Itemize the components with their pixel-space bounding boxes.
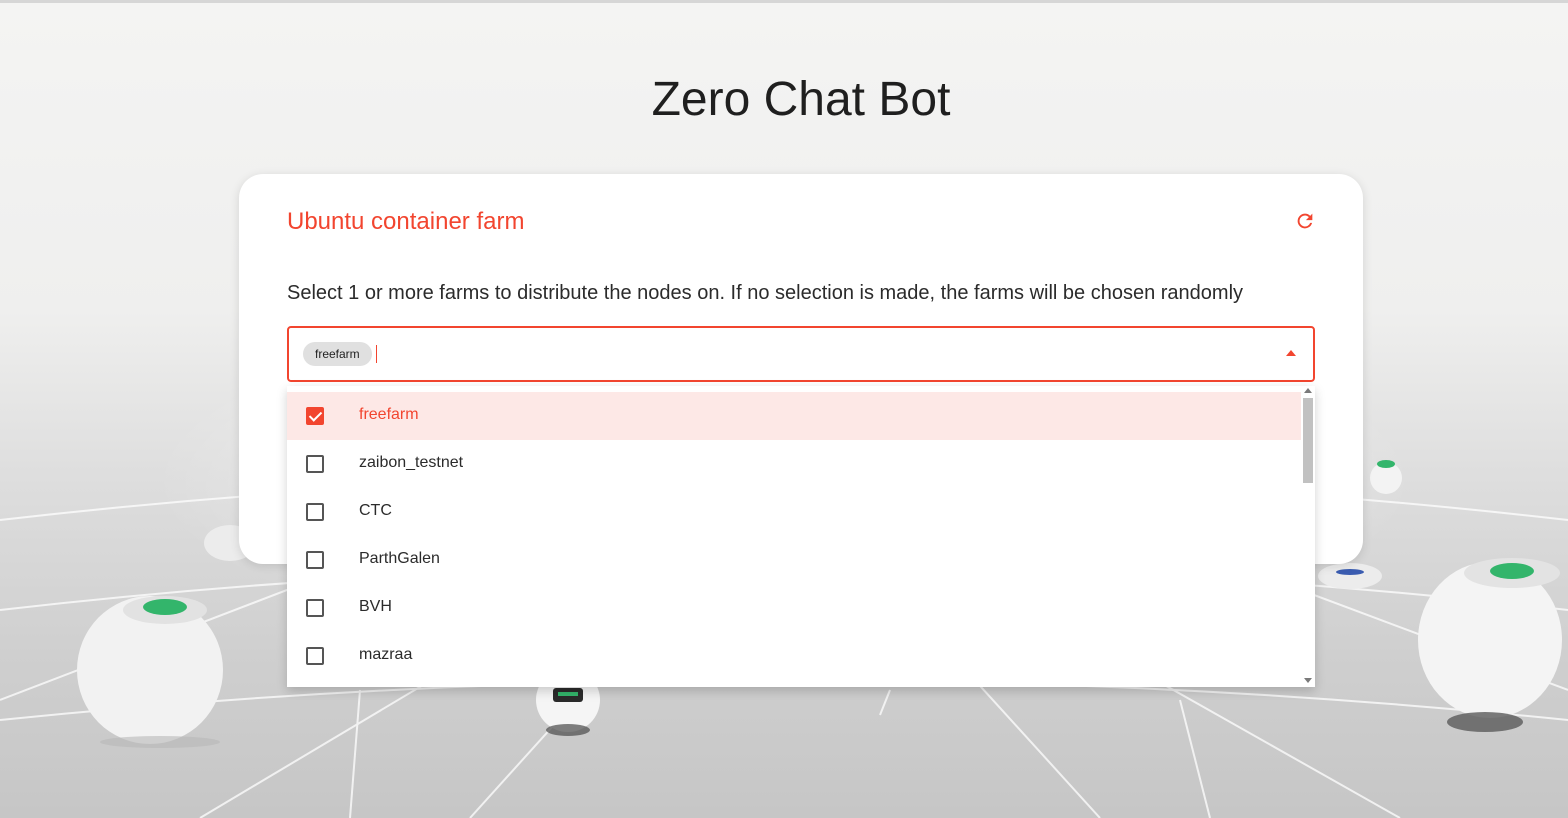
- farm-option-label: ParthGalen: [359, 550, 440, 567]
- scrollbar-thumb[interactable]: [1303, 398, 1313, 483]
- farm-options-list: freefarm zaibon_testnet CTC ParthGalen B…: [287, 392, 1301, 680]
- menu-scrollbar[interactable]: [1301, 386, 1315, 687]
- farm-select-input[interactable]: freefarm: [287, 326, 1315, 382]
- farm-option[interactable]: ParthGalen: [287, 536, 1301, 584]
- checkbox-icon[interactable]: [306, 455, 324, 473]
- farm-option-label: mazraa: [359, 646, 413, 663]
- farm-options-menu: freefarm zaibon_testnet CTC ParthGalen B…: [287, 386, 1315, 687]
- farm-option-label: CTC: [359, 502, 392, 519]
- farm-option[interactable]: zaibon_testnet: [287, 440, 1301, 488]
- card-title: Ubuntu container farm: [287, 208, 525, 235]
- page-title: Zero Chat Bot: [651, 73, 951, 126]
- farm-selection-instructions: Select 1 or more farms to distribute the…: [287, 282, 1244, 304]
- scroll-down-arrow-icon[interactable]: [1304, 678, 1312, 683]
- farm-option[interactable]: CTC: [287, 488, 1301, 536]
- farm-option-label: freefarm: [359, 406, 419, 423]
- top-border: [0, 0, 1568, 3]
- farm-option[interactable]: freefarm: [287, 392, 1301, 440]
- scroll-up-arrow-icon[interactable]: [1304, 388, 1312, 393]
- farm-option[interactable]: BVH: [287, 584, 1301, 632]
- farm-option[interactable]: mazraa: [287, 632, 1301, 680]
- checkbox-icon[interactable]: [306, 503, 324, 521]
- selected-farm-chip[interactable]: freefarm: [303, 342, 372, 366]
- refresh-icon[interactable]: [1294, 210, 1316, 232]
- checkbox-icon[interactable]: [306, 647, 324, 665]
- text-cursor: [376, 345, 377, 363]
- farm-option-label: BVH: [359, 598, 392, 615]
- checkbox-checked-icon[interactable]: [306, 407, 324, 425]
- farm-option-label: zaibon_testnet: [359, 454, 464, 471]
- dropdown-arrow-up-icon[interactable]: [1286, 350, 1296, 356]
- checkbox-icon[interactable]: [306, 599, 324, 617]
- checkbox-icon[interactable]: [306, 551, 324, 569]
